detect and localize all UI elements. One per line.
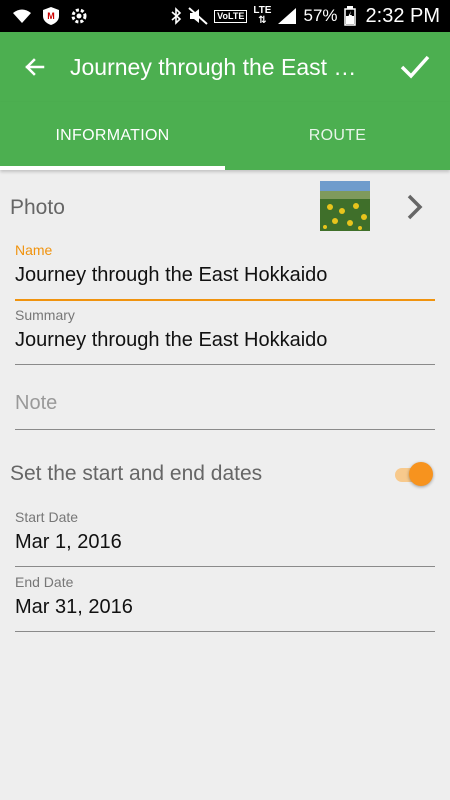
name-underline [15,299,435,301]
bluetooth-icon [171,7,182,25]
start-date-value[interactable]: Mar 1, 2016 [15,531,435,554]
name-input[interactable]: Journey through the East Hokkaido [15,264,435,287]
lte-indicator: LTE ⇅ [253,5,272,26]
signal-icon [278,8,297,24]
note-underline [15,429,435,430]
tab-indicator [0,166,225,170]
back-button[interactable] [0,32,70,102]
photo-label: Photo [10,195,65,219]
tab-information[interactable]: INFORMATION [0,102,225,170]
battery-percentage: 57% [303,6,338,25]
tab-bar: INFORMATION ROUTE [0,102,450,170]
summary-label: Summary [15,307,75,323]
photo-thumbnail[interactable] [320,181,370,231]
app-toolbar: Journey through the East Hokkaido [0,32,450,102]
end-date-underline [15,631,435,632]
start-date-field[interactable]: Start Date Mar 1, 2016 [15,509,435,567]
status-bar: M VoLTE LTE ⇅ 57% 2:32 PM [0,0,450,32]
volte-badge: VoLTE [214,9,248,23]
svg-text:M: M [47,11,55,21]
clock: 2:32 PM [365,4,440,27]
end-date-value[interactable]: Mar 31, 2016 [15,596,435,619]
tab-route[interactable]: ROUTE [225,102,450,170]
settings-icon [71,8,87,24]
chevron-right-icon[interactable] [403,192,427,222]
summary-input[interactable]: Journey through the East Hokkaido [15,329,435,352]
mcafee-icon: M [43,7,59,25]
start-date-underline [15,566,435,567]
arrow-left-icon [25,58,45,76]
tab-information-label: INFORMATION [55,127,170,144]
tab-route-label: ROUTE [308,127,367,144]
sunflower-field-image [320,181,370,231]
dates-toggle-row[interactable]: Set the start and end dates [0,452,450,496]
switch-thumb [409,462,433,486]
summary-underline [15,364,435,365]
note-input[interactable]: Note [15,392,435,415]
save-button[interactable] [380,32,450,102]
name-field[interactable]: Name Journey through the East Hokkaido [15,242,435,301]
mute-icon [188,7,208,25]
start-date-label: Start Date [15,509,79,525]
summary-field[interactable]: Summary Journey through the East Hokkaid… [15,307,435,365]
check-icon [400,55,430,79]
page-title: Journey through the East Hokkaido [70,53,370,80]
battery-icon [343,6,356,26]
lte-label: LTE [253,5,272,16]
dates-toggle-label: Set the start and end dates [10,462,263,485]
end-date-label: End Date [15,574,74,590]
end-date-field[interactable]: End Date Mar 31, 2016 [15,574,435,632]
photo-row[interactable]: Photo [0,180,450,235]
note-field[interactable]: Note [15,392,435,430]
dates-toggle-switch[interactable] [395,460,435,488]
wifi-icon [13,9,31,23]
name-label: Name [15,242,53,258]
